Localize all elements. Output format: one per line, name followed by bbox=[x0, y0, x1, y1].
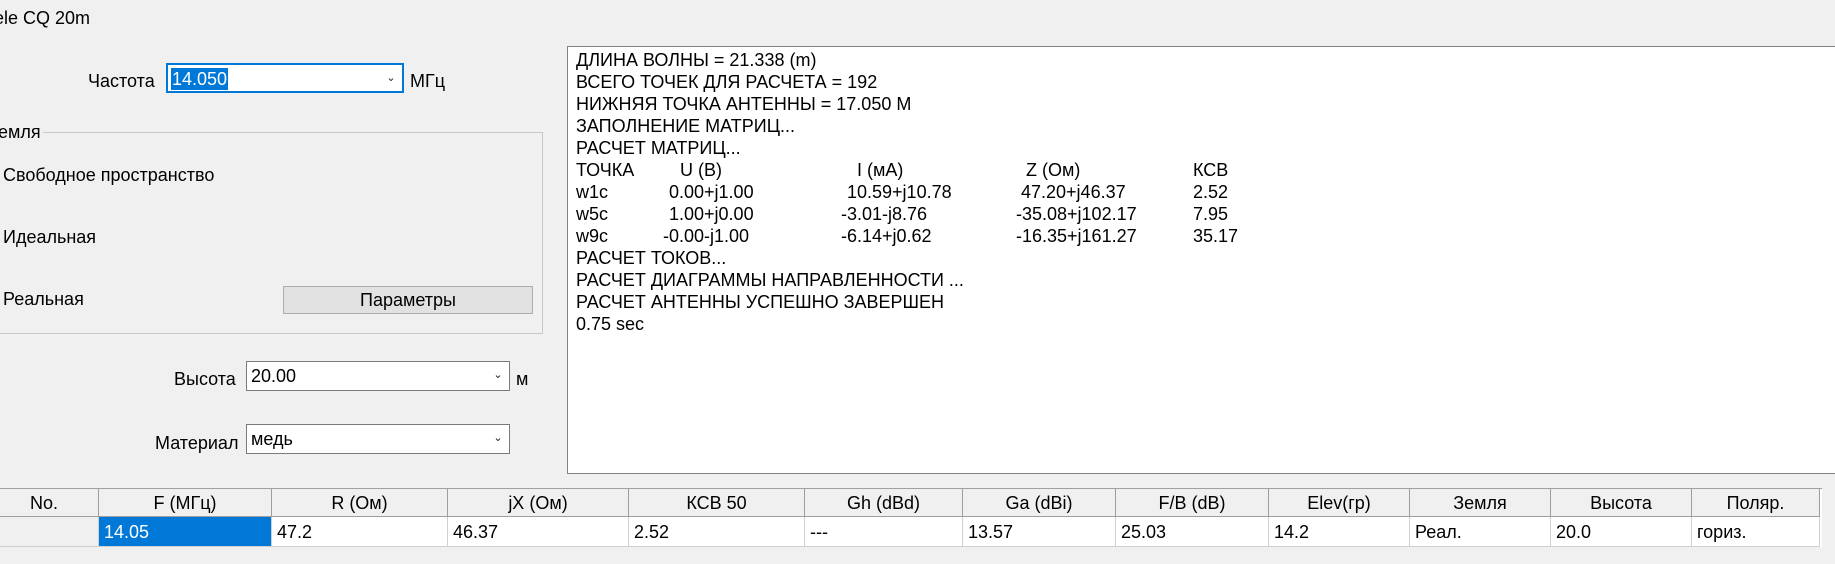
parameters-button[interactable]: Параметры bbox=[283, 286, 533, 314]
column-header-frequency[interactable]: F (МГц) bbox=[99, 489, 272, 517]
output-line: РАСЧЕТ ТОКОВ... bbox=[576, 248, 727, 268]
output-cell: w5c bbox=[576, 204, 609, 224]
ground-option-free-space[interactable]: Свободное пространство bbox=[3, 165, 214, 186]
output-cell: 1.00+j0.00 bbox=[669, 204, 754, 224]
window-title: ele CQ 20m bbox=[0, 8, 91, 28]
output-line: 0.75 sec bbox=[576, 314, 645, 334]
output-line: ВСЕГО ТОЧЕК ДЛЯ РАСЧЕТА = 192 bbox=[576, 72, 878, 92]
output-cell: 2.52 bbox=[1193, 182, 1229, 202]
chevron-down-icon[interactable]: ⌄ bbox=[491, 430, 505, 446]
column-header-polarization[interactable]: Поляр. bbox=[1692, 489, 1820, 517]
output-cell: 35.17 bbox=[1193, 226, 1239, 246]
output-cell: 7.95 bbox=[1193, 204, 1229, 224]
material-combo[interactable]: медь ⌄ bbox=[246, 424, 510, 454]
column-header-r[interactable]: R (Ом) bbox=[272, 489, 448, 517]
chevron-down-icon[interactable]: ⌄ bbox=[491, 367, 505, 383]
cell-ga[interactable]: 13.57 bbox=[963, 517, 1116, 547]
calculation-output[interactable]: ДЛИНА ВОЛНЫ = 21.338 (m) ВСЕГО ТОЧЕК ДЛЯ… bbox=[567, 46, 1835, 474]
cell-fb[interactable]: 25.03 bbox=[1116, 517, 1269, 547]
output-cell: 47.20+j46.37 bbox=[1021, 182, 1126, 202]
column-header-height[interactable]: Высота bbox=[1551, 489, 1692, 517]
results-grid[interactable]: No. F (МГц) R (Ом) jX (Ом) КСВ 50 Gh (dB… bbox=[0, 488, 1822, 547]
column-header-no[interactable]: No. bbox=[0, 489, 99, 517]
ground-option-real[interactable]: Реальная bbox=[3, 289, 84, 310]
output-header-z: Z (Ом) bbox=[1026, 160, 1081, 180]
material-label: Материал bbox=[155, 433, 239, 453]
cell-height[interactable]: 20.0 bbox=[1551, 517, 1692, 547]
chevron-down-icon[interactable]: ⌄ bbox=[384, 70, 398, 86]
column-header-fb[interactable]: F/B (dB) bbox=[1116, 489, 1269, 517]
output-line: НИЖНЯЯ ТОЧКА АНТЕННЫ = 17.050 М bbox=[576, 94, 912, 114]
output-header-i: I (мА) bbox=[857, 160, 904, 180]
cell-r[interactable]: 47.2 bbox=[272, 517, 448, 547]
output-header-point: ТОЧКА bbox=[576, 160, 635, 180]
row-number-cell[interactable] bbox=[0, 517, 99, 547]
output-line: ДЛИНА ВОЛНЫ = 21.338 (m) bbox=[576, 50, 817, 70]
output-cell: -6.14+j0.62 bbox=[841, 226, 932, 246]
cell-polarization[interactable]: гориз. bbox=[1692, 517, 1820, 547]
output-cell: -0.00-j1.00 bbox=[663, 226, 750, 246]
output-header-u: U (B) bbox=[680, 160, 722, 180]
column-header-ga[interactable]: Ga (dBi) bbox=[963, 489, 1116, 517]
output-cell: w9c bbox=[576, 226, 609, 246]
column-header-jx[interactable]: jX (Ом) bbox=[448, 489, 629, 517]
frequency-value[interactable]: 14.050 bbox=[171, 68, 229, 90]
cell-gh[interactable]: --- bbox=[805, 517, 963, 547]
column-header-swr50[interactable]: КСВ 50 bbox=[629, 489, 805, 517]
frequency-unit: МГц bbox=[410, 71, 446, 91]
output-cell: -16.35+j161.27 bbox=[1016, 226, 1137, 246]
cell-ground[interactable]: Реал. bbox=[1410, 517, 1551, 547]
output-cell: -3.01-j8.76 bbox=[841, 204, 928, 224]
output-cell: w1c bbox=[576, 182, 609, 202]
cell-jx[interactable]: 46.37 bbox=[448, 517, 629, 547]
frequency-combo[interactable]: 14.050 ⌄ bbox=[166, 63, 404, 93]
ground-option-ideal[interactable]: Идеальная bbox=[3, 227, 96, 248]
output-line: ЗАПОЛНЕНИЕ МАТРИЦ... bbox=[576, 116, 796, 136]
frequency-label: Частота bbox=[88, 71, 155, 91]
output-line: РАСЧЕТ МАТРИЦ... bbox=[576, 138, 741, 158]
material-value[interactable]: медь bbox=[250, 428, 294, 450]
cell-elev[interactable]: 14.2 bbox=[1269, 517, 1410, 547]
output-line: РАСЧЕТ АНТЕННЫ УСПЕШНО ЗАВЕРШЕН bbox=[576, 292, 945, 312]
output-cell: 10.59+j10.78 bbox=[847, 182, 952, 202]
height-value[interactable]: 20.00 bbox=[250, 365, 297, 387]
cell-frequency[interactable]: 14.05 bbox=[99, 517, 272, 547]
height-combo[interactable]: 20.00 ⌄ bbox=[246, 361, 510, 391]
column-header-ground[interactable]: Земля bbox=[1410, 489, 1551, 517]
output-cell: -35.08+j102.17 bbox=[1016, 204, 1137, 224]
column-header-gh[interactable]: Gh (dBd) bbox=[805, 489, 963, 517]
column-header-elev[interactable]: Elev(гр) bbox=[1269, 489, 1410, 517]
output-header-swr: КСВ bbox=[1193, 160, 1229, 180]
height-label: Высота bbox=[174, 369, 236, 389]
output-cell: 0.00+j1.00 bbox=[669, 182, 754, 202]
height-unit: м bbox=[516, 369, 529, 389]
cell-swr50[interactable]: 2.52 bbox=[629, 517, 805, 547]
ground-group-title: емля bbox=[0, 122, 43, 143]
output-line: РАСЧЕТ ДИАГРАММЫ НАПРАВЛЕННОСТИ ... bbox=[576, 270, 964, 290]
